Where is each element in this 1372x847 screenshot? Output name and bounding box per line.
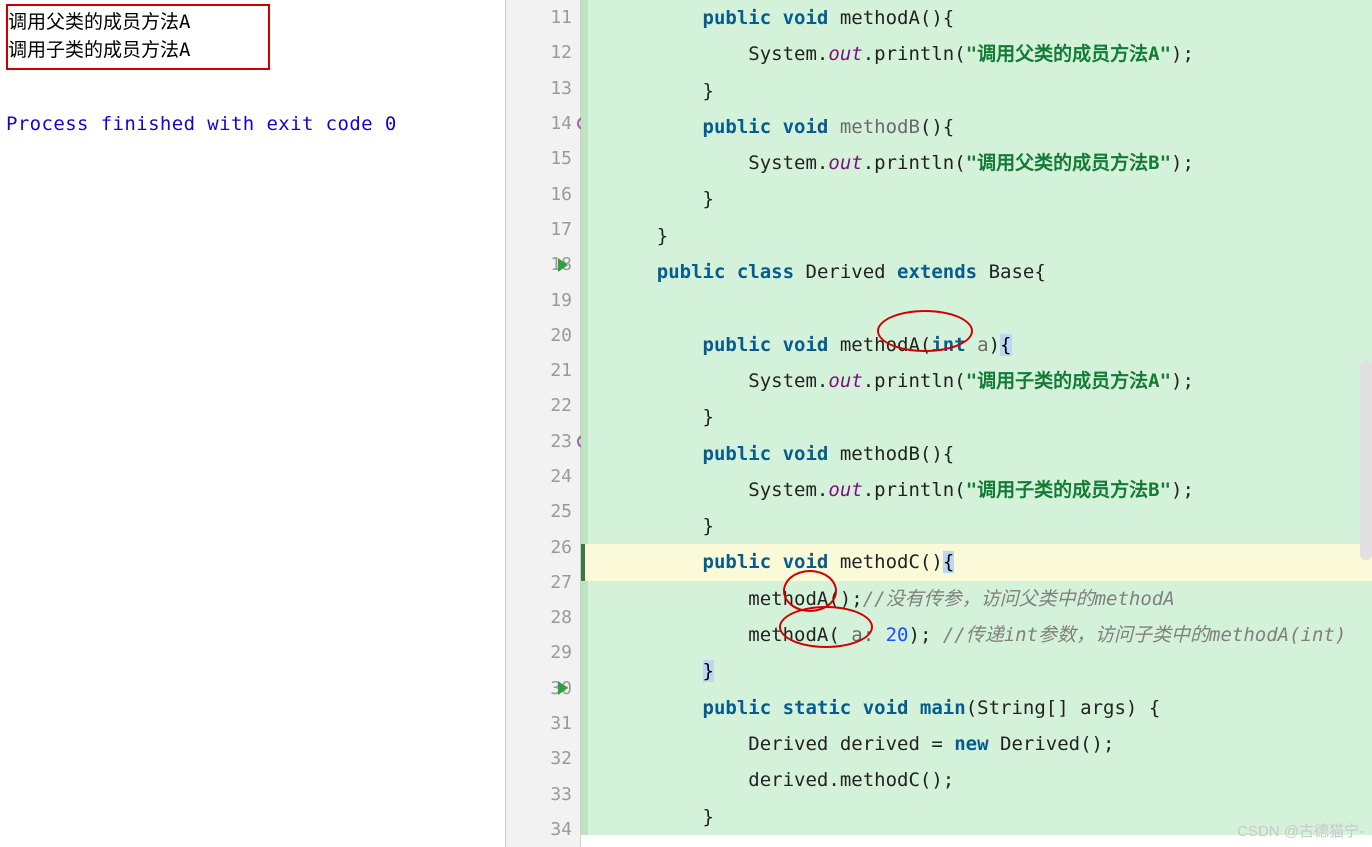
code-line-current[interactable]: public void methodC(){ <box>581 544 1372 580</box>
code-line[interactable]: } <box>581 399 1372 435</box>
line-number[interactable]: 11 <box>506 0 580 35</box>
code-line[interactable]: } <box>581 508 1372 544</box>
console-line: 调用子类的成员方法A <box>8 36 262 64</box>
line-number[interactable]: 33 <box>506 777 580 812</box>
code-line[interactable]: } <box>581 653 1372 689</box>
code-line[interactable]: public class Derived extends Base{ <box>581 254 1372 290</box>
line-number[interactable]: 19 <box>506 282 580 317</box>
code-line[interactable]: } <box>581 181 1372 217</box>
code-line[interactable]: System.out.println("调用父类的成员方法B"); <box>581 145 1372 181</box>
line-number[interactable]: 21 <box>506 353 580 388</box>
code-line[interactable]: derived.methodC(); <box>581 762 1372 798</box>
line-number[interactable]: 30 <box>506 671 580 706</box>
console-line: 调用父类的成员方法A <box>8 8 262 36</box>
console-output: 调用父类的成员方法A 调用子类的成员方法A Process finished w… <box>0 0 505 847</box>
editor-gutter[interactable]: 11 12 13 14 ↓ 15 16 17 18 19 20 21 22 23… <box>506 0 581 847</box>
code-line[interactable]: methodA();//没有传参，访问父类中的methodA <box>581 581 1372 617</box>
line-number[interactable]: 12 <box>506 35 580 70</box>
line-number[interactable]: 22 <box>506 388 580 423</box>
line-number[interactable]: 34 <box>506 812 580 847</box>
vertical-scrollbar[interactable] <box>1360 360 1372 560</box>
code-line[interactable]: } <box>581 73 1372 109</box>
line-number[interactable]: 29 <box>506 635 580 670</box>
code-line[interactable]: } <box>581 218 1372 254</box>
code-line[interactable]: System.out.println("调用父类的成员方法A"); <box>581 36 1372 72</box>
code-line[interactable]: public void methodA(){ <box>581 0 1372 36</box>
line-number[interactable]: 27 <box>506 565 580 600</box>
line-number[interactable]: 31 <box>506 706 580 741</box>
line-number[interactable]: 13 <box>506 71 580 106</box>
line-number[interactable]: 18 <box>506 247 580 282</box>
line-number[interactable]: 20 <box>506 318 580 353</box>
line-number[interactable]: 26 <box>506 529 580 564</box>
code-line[interactable]: public void methodA(int a){ <box>581 327 1372 363</box>
code-line[interactable]: System.out.println("调用子类的成员方法B"); <box>581 472 1372 508</box>
watermark: CSDN @古德猫宁- <box>1237 820 1364 841</box>
console-highlight-box: 调用父类的成员方法A 调用子类的成员方法A <box>6 4 270 70</box>
code-line[interactable]: methodA( a: 20); //传递int参数，访问子类中的methodA… <box>581 617 1372 653</box>
line-number[interactable]: 32 <box>506 741 580 776</box>
run-gutter-icon[interactable] <box>558 681 568 695</box>
line-number[interactable]: 15 <box>506 141 580 176</box>
process-exit-line: Process finished with exit code 0 <box>6 110 499 138</box>
code-line[interactable]: public void methodB(){ <box>581 109 1372 145</box>
code-line[interactable] <box>581 290 1372 326</box>
line-number[interactable]: 24 <box>506 459 580 494</box>
line-number[interactable]: 14 ↓ <box>506 106 580 141</box>
code-editor[interactable]: 11 12 13 14 ↓ 15 16 17 18 19 20 21 22 23… <box>505 0 1372 847</box>
code-line[interactable]: System.out.println("调用子类的成员方法A"); <box>581 363 1372 399</box>
line-number[interactable]: 28 <box>506 600 580 635</box>
line-number[interactable]: 25 <box>506 494 580 529</box>
code-line[interactable]: public static void main(String[] args) { <box>581 690 1372 726</box>
code-line[interactable]: public void methodB(){ <box>581 436 1372 472</box>
line-number[interactable]: 16 <box>506 176 580 211</box>
code-text-area[interactable]: public void methodA(){ System.out.printl… <box>581 0 1372 847</box>
run-gutter-icon[interactable] <box>558 258 568 272</box>
line-number[interactable]: 23 ↑ <box>506 424 580 459</box>
code-line[interactable]: Derived derived = new Derived(); <box>581 726 1372 762</box>
line-number[interactable]: 17 <box>506 212 580 247</box>
